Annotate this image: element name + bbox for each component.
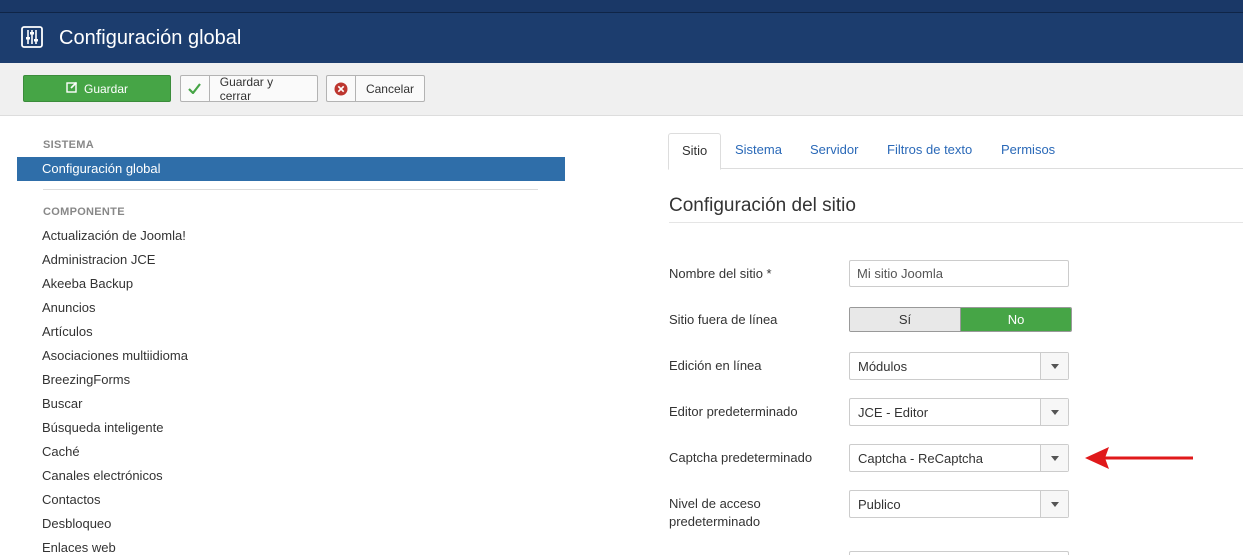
access-level-label-line-2: predeterminado (669, 514, 761, 529)
cancel-button[interactable]: Cancelar (326, 75, 425, 102)
sidebar-item-global-configuration[interactable]: Configuración global (17, 157, 565, 181)
access-level-select[interactable]: Publico (849, 490, 1069, 518)
inline-edit-select[interactable]: Módulos (849, 352, 1069, 380)
page-header: Configuración global (0, 13, 1243, 63)
default-editor-label: Editor predeterminado (669, 404, 798, 419)
save-and-close-button[interactable]: Guardar y cerrar (180, 74, 318, 103)
page-title: Configuración global (59, 27, 242, 49)
save-button[interactable]: Guardar (23, 75, 171, 102)
caret-down-icon (1040, 491, 1068, 517)
inline-edit-value: Módulos (858, 358, 908, 374)
offline-toggle: Sí No (849, 307, 1072, 332)
edit-icon (66, 81, 78, 96)
sidebar-item[interactable]: Actualización de Joomla! (42, 225, 188, 249)
sidebar-component-list: Actualización de Joomla! Administracion … (42, 225, 188, 555)
default-captcha-label: Captcha predeterminado (669, 450, 813, 465)
tab-permissions[interactable]: Permisos (988, 133, 1068, 169)
save-and-close-label: Guardar y cerrar (219, 74, 274, 103)
access-level-label-line-1: Nivel de acceso (669, 496, 761, 511)
offline-label: Sitio fuera de línea (669, 312, 778, 327)
section-divider (669, 222, 1243, 223)
access-level-label: Nivel de acceso predeterminado (669, 495, 761, 531)
sidebar-item[interactable]: Desbloqueo (42, 513, 188, 537)
offline-no-option[interactable]: No (961, 308, 1071, 331)
tab-site[interactable]: Sitio (668, 133, 722, 170)
sidebar-item[interactable]: Caché (42, 441, 188, 465)
next-field-edge (849, 551, 1069, 555)
sidebar-item[interactable]: BreezingForms (42, 369, 188, 393)
sidebar-heading-system: SISTEMA (43, 139, 94, 151)
sidebar-heading-component: COMPONENTE (43, 206, 125, 218)
sidebar-item[interactable]: Canales electrónicos (42, 465, 188, 489)
default-captcha-select[interactable]: Captcha - ReCaptcha (849, 444, 1069, 472)
cancel-label: Cancelar (365, 81, 414, 96)
sidebar-item[interactable]: Administracion JCE (42, 249, 188, 273)
sidebar-item[interactable]: Akeeba Backup (42, 273, 188, 297)
cancel-circle-icon (327, 76, 356, 101)
inline-edit-label: Edición en línea (669, 358, 762, 373)
tab-text-filters[interactable]: Filtros de texto (874, 133, 985, 169)
red-arrow-annotation-icon (1085, 446, 1195, 473)
toolbar: Guardar Guardar y cerrar Cancelar (0, 63, 1243, 116)
check-icon (181, 76, 210, 101)
access-level-value: Publico (858, 496, 901, 512)
sidebar-item[interactable]: Búsqueda inteligente (42, 417, 188, 441)
site-name-input[interactable] (849, 260, 1069, 287)
tab-system[interactable]: Sistema (722, 133, 795, 169)
sidebar-item[interactable]: Asociaciones multiidioma (42, 345, 188, 369)
caret-down-icon (1040, 399, 1068, 425)
sidebar-item[interactable]: Anuncios (42, 297, 188, 321)
sidebar-item[interactable]: Buscar (42, 393, 188, 417)
sidebar-item[interactable]: Enlaces web (42, 537, 188, 555)
default-captcha-value: Captcha - ReCaptcha (858, 450, 984, 466)
default-editor-select[interactable]: JCE - Editor (849, 398, 1069, 426)
caret-down-icon (1040, 445, 1068, 471)
save-button-label: Guardar (83, 81, 129, 96)
sidebar-item[interactable]: Artículos (42, 321, 188, 345)
tab-server[interactable]: Servidor (797, 133, 871, 169)
offline-yes-option[interactable]: Sí (850, 308, 961, 331)
default-editor-value: JCE - Editor (858, 404, 929, 420)
equalizer-icon (21, 26, 43, 51)
section-title: Configuración del sitio (669, 195, 856, 216)
sidebar-item[interactable]: Contactos (42, 489, 188, 513)
top-navigation-bar (0, 0, 1243, 13)
config-tabs: Sitio Sistema Servidor Filtros de texto … (668, 133, 1243, 170)
caret-down-icon (1040, 353, 1068, 379)
site-name-label: Nombre del sitio * (669, 266, 772, 281)
sidebar-divider (43, 189, 538, 190)
